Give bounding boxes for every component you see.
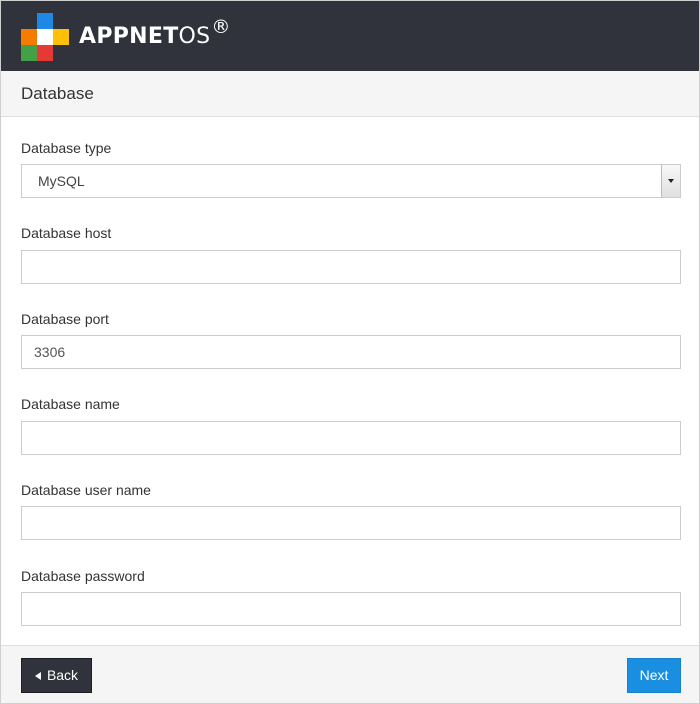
registered-mark: ® [211, 16, 231, 38]
appnetos-logo-icon [21, 13, 69, 61]
footer-bar: Back Next [1, 645, 699, 703]
top-bar: APPNETOS® [1, 1, 699, 71]
arrow-left-icon [34, 672, 41, 680]
next-button[interactable]: Next [627, 658, 681, 693]
back-button-label: Back [46, 667, 79, 683]
database-host-label: Database host [21, 225, 112, 241]
installer-window: APPNETOS® Database Database type MySQL D… [0, 0, 700, 704]
chevron-down-icon[interactable] [661, 165, 680, 197]
database-type-label: Database type [21, 140, 112, 156]
database-host-input[interactable] [21, 250, 681, 284]
section-title: Database [21, 84, 94, 103]
database-type-value: MySQL [38, 173, 85, 189]
database-password-label: Database password [21, 568, 145, 584]
database-type-select[interactable]: MySQL [21, 164, 681, 198]
database-password-input[interactable] [21, 592, 681, 626]
database-user-name-label: Database user name [21, 482, 151, 498]
database-port-label: Database port [21, 311, 109, 327]
brand-name: APPNETOS® [79, 16, 231, 53]
database-name-label: Database name [21, 396, 120, 412]
database-port-input[interactable] [21, 335, 681, 369]
brand-name-bold: APPNET [79, 24, 179, 49]
brand-name-light: OS [178, 24, 211, 49]
next-button-label: Next [639, 667, 669, 683]
section-header: Database [1, 71, 699, 117]
back-button[interactable]: Back [21, 658, 92, 693]
database-name-input[interactable] [21, 421, 681, 455]
database-user-name-input[interactable] [21, 506, 681, 540]
